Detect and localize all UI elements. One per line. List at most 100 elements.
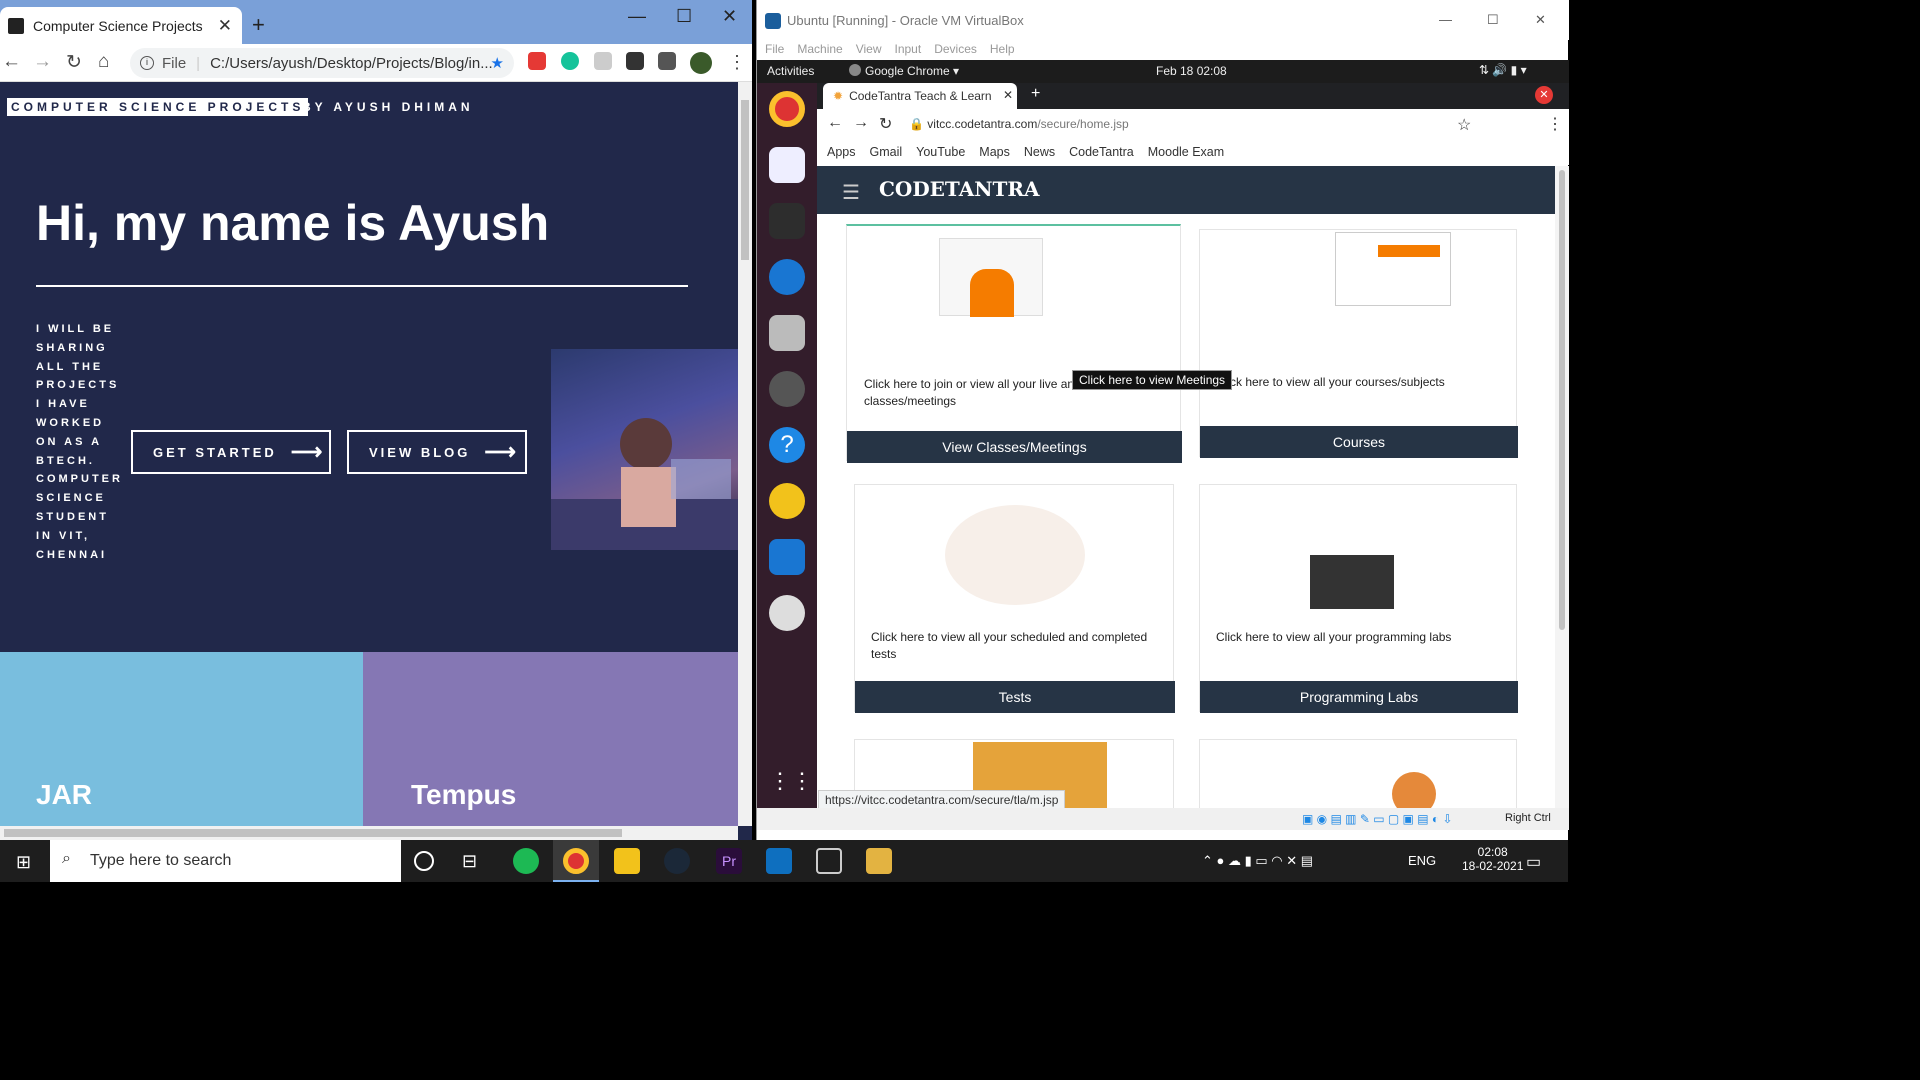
card-courses[interactable]: Click here to view all your courses/subj… [1199,229,1518,458]
scroll-thumb[interactable] [4,829,622,837]
vertical-scrollbar[interactable] [738,82,752,826]
profile-avatar[interactable] [690,52,712,74]
back-icon[interactable]: ← [2,51,21,73]
scroll-thumb[interactable] [1559,170,1565,630]
tests-button[interactable]: Tests [855,681,1175,713]
extension-tp-icon[interactable] [528,52,546,70]
taskbar-clock[interactable]: 02:08 18-02-2021 [1462,845,1523,873]
settings-gear-icon[interactable] [769,371,805,407]
chrome-taskbar-active[interactable] [553,840,599,882]
app-grid-icon[interactable]: ⋮⋮⋮ [769,763,835,799]
bookmark-star-icon[interactable]: ☆ [1457,115,1471,135]
horizontal-scrollbar[interactable] [0,826,738,840]
reload-icon[interactable]: ↻ [66,51,82,74]
info-icon[interactable]: i [140,56,154,70]
folder-app-icon[interactable] [866,848,892,874]
codetantra-logo[interactable]: CODETANTRA [879,177,1040,201]
bookmark-star-icon[interactable]: ★ [491,54,504,72]
menu-devices[interactable]: Devices [934,42,977,56]
rhythmbox-icon[interactable] [769,483,805,519]
minimize-icon[interactable]: — [628,6,646,27]
guest-browser-tab[interactable]: ✹ CodeTantra Teach & Learn [823,83,1017,109]
bookmark-codetantra[interactable]: CodeTantra [1069,145,1134,159]
menu-view[interactable]: View [856,42,882,56]
project-tile-jar[interactable]: JAR [0,652,363,826]
close-tab-icon[interactable]: ✕ [1003,88,1013,102]
writer-icon[interactable] [769,539,805,575]
device-indicators-icon[interactable]: ▣ ◉ ▤ ▥ ✎ ▭ ▢ ▣ ▤ ◐ ⇩ [1302,812,1453,826]
back-icon[interactable]: ← [827,114,843,132]
chrome-dock-icon[interactable] [769,91,805,127]
virtualbox-icon[interactable] [816,848,842,874]
disc-icon[interactable] [769,595,805,631]
close-window-icon[interactable]: ✕ [722,6,737,27]
menu-kebab-icon[interactable]: ⋮ [728,52,746,73]
tray-icons[interactable]: ⌃ ● ☁ ▮ ▭ ◠ ✕ ▤ [1202,853,1313,869]
spotify-icon[interactable] [513,848,539,874]
menu-input[interactable]: Input [895,42,922,56]
reload-icon[interactable]: ↻ [879,114,892,134]
new-tab-icon[interactable]: + [252,12,265,38]
programming-labs-button[interactable]: Programming Labs [1200,681,1518,713]
view-classes-button[interactable]: View Classes/Meetings [847,431,1182,463]
forward-icon[interactable]: → [853,114,869,132]
card-programming-labs[interactable]: Click here to view all your programming … [1199,484,1518,713]
guest-close-window-icon[interactable]: ✕ [1535,86,1553,104]
bookmark-apps[interactable]: Apps [827,145,856,159]
app-menu[interactable]: Google Chrome ▾ [865,64,959,78]
cast-icon[interactable] [658,52,676,70]
steam-icon[interactable] [664,848,690,874]
guest-address-bar[interactable]: 🔒 vitcc.codetantra.com/secure/home.jsp [909,117,1129,131]
home-icon[interactable]: ⌂ [98,51,109,73]
premiere-pro-icon[interactable]: Pr [716,848,742,874]
view-blog-button[interactable]: VIEW BLOG ⟶ [347,430,527,474]
cortana-icon[interactable] [414,851,434,871]
file-explorer-icon[interactable] [614,848,640,874]
puzzle-icon[interactable] [626,52,644,70]
project-tile-tempus[interactable]: Tempus [363,652,738,826]
grammarly-icon[interactable] [561,52,579,70]
close-window-icon[interactable]: ✕ [1535,12,1546,28]
bookmark-news[interactable]: News [1024,145,1055,159]
close-tab-icon[interactable]: ✕ [218,16,232,36]
bookmark-gmail[interactable]: Gmail [870,145,903,159]
bookmark-youtube[interactable]: YouTube [916,145,965,159]
minimize-icon[interactable]: — [1439,12,1452,27]
text-editor-icon[interactable] [769,147,805,183]
menu-help[interactable]: Help [990,42,1015,56]
get-started-button[interactable]: GET STARTED ⟶ [131,430,331,474]
courses-button[interactable]: Courses [1200,426,1518,458]
address-bar[interactable]: i File | C:/Users/ayush/Desktop/Projects… [130,48,514,78]
thunderbird-icon[interactable] [769,259,805,295]
bookmark-maps[interactable]: Maps [979,145,1010,159]
new-tab-icon[interactable]: + [1031,85,1040,103]
forward-icon[interactable]: → [33,51,52,73]
extension-icon[interactable] [594,52,612,70]
terminal-icon[interactable] [769,203,805,239]
card-partial[interactable] [1199,739,1517,808]
files-icon[interactable] [769,315,805,351]
bookmark-moodle-exam[interactable]: Moodle Exam [1148,145,1224,159]
activities-button[interactable]: Activities [767,64,814,78]
guest-scrollbar[interactable] [1555,166,1569,808]
maximize-icon[interactable]: ☐ [676,6,692,27]
card-classes[interactable]: Click here to join or view all your live… [846,224,1182,463]
maximize-icon[interactable]: ☐ [1487,12,1499,28]
vscode-icon[interactable] [766,848,792,874]
scroll-thumb[interactable] [741,100,749,260]
windows-start-icon[interactable]: ⊞ [16,852,31,873]
site-logo[interactable]: COMPUTER SCIENCE PROJECTS [7,98,309,116]
help-icon[interactable]: ? [769,427,805,463]
hamburger-menu-icon[interactable]: ☰ [842,180,860,205]
card-tests[interactable]: Click here to view all your scheduled an… [854,484,1175,713]
menu-kebab-icon[interactable]: ⋮ [1547,114,1563,134]
taskbar-search[interactable]: ⌕ Type here to search [50,840,401,882]
clock[interactable]: Feb 18 02:08 [1156,64,1227,78]
task-view-icon[interactable]: ⊟ [462,851,477,872]
menu-file[interactable]: File [765,42,784,56]
notifications-icon[interactable]: ▭ [1526,852,1541,872]
system-tray-icon[interactable]: ⇅ 🔊 ▮ ▾ [1479,63,1527,77]
menu-machine[interactable]: Machine [797,42,842,56]
browser-tab[interactable]: Computer Science Projects ✕ [0,7,242,44]
language-indicator[interactable]: ENG [1408,853,1436,868]
